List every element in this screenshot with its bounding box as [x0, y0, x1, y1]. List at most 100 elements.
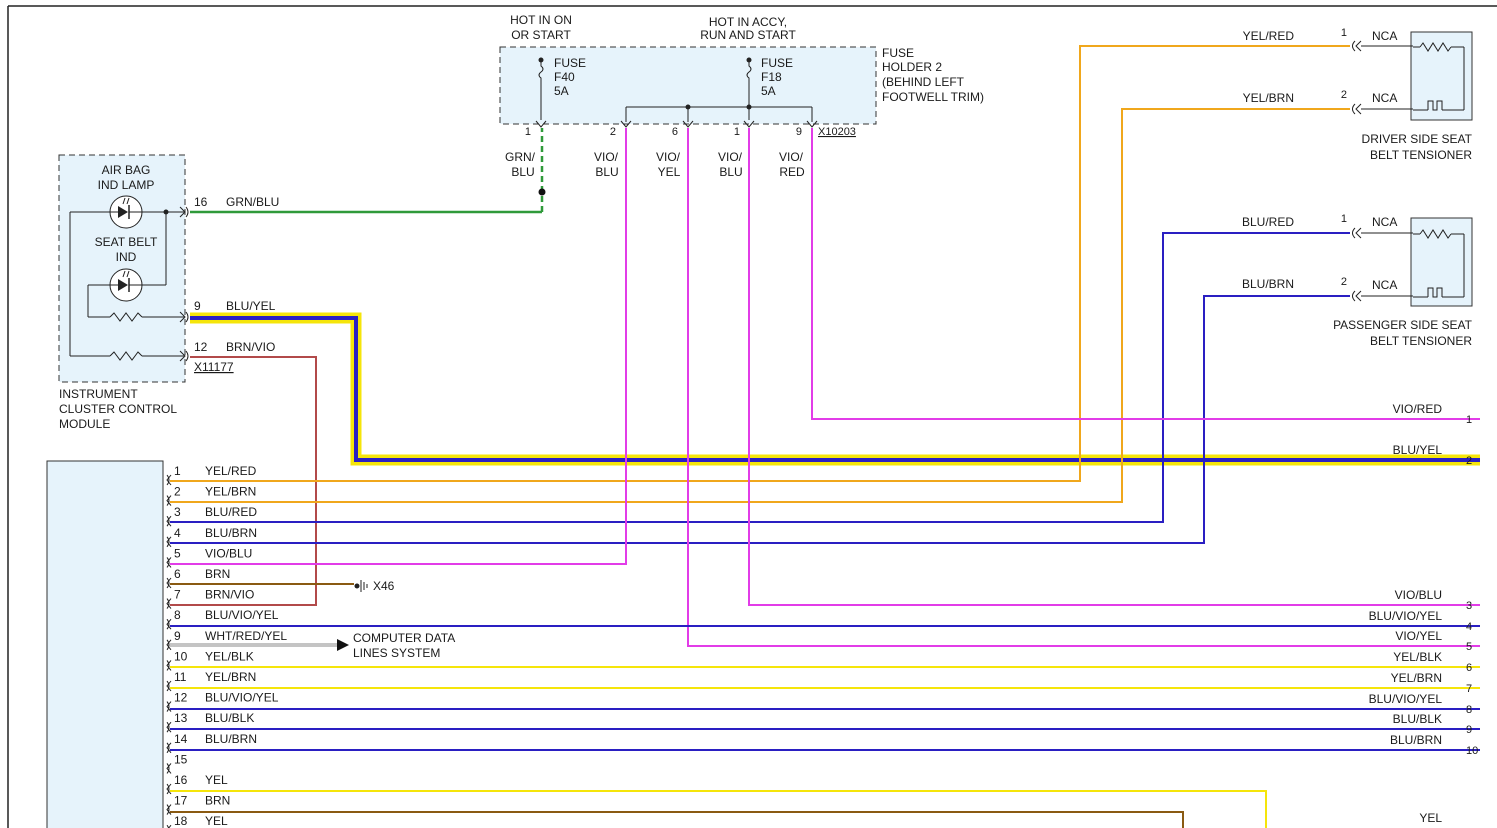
module-pin-16: 16 — [174, 773, 188, 787]
airbag-lamp-label-2: IND LAMP — [98, 178, 155, 192]
module-wire-3: BLU/RED — [205, 505, 257, 519]
module-pin-3: 3 — [174, 505, 181, 519]
passenger-nca-2: NCA — [1372, 278, 1397, 292]
driver-wire-1: YEL/RED — [1243, 29, 1295, 43]
right-pin-5: 5 — [1466, 641, 1472, 653]
right-pin-1: 1 — [1466, 414, 1472, 426]
led-icon — [109, 268, 143, 302]
fuse-f18-label-1: FUSE — [761, 56, 793, 70]
module-wire-7: BRN/VIO — [205, 588, 254, 602]
cluster-wire-16: GRN/BLU — [226, 195, 279, 209]
right-pin-7: 7 — [1466, 683, 1472, 695]
passenger-tensioner-name-2: BELT TENSIONER — [1370, 334, 1472, 348]
right-wire-9: BLU/BLK — [1393, 712, 1442, 726]
fuse-pin-9: 9 — [796, 126, 802, 138]
pin-connector-icon — [166, 495, 172, 506]
module-pin-9: 9 — [174, 629, 181, 643]
module-pin-18: 18 — [174, 814, 188, 828]
pin-connector-icon — [166, 783, 172, 795]
right-wire-7: YEL/BRN — [1391, 671, 1442, 685]
splice-dot — [538, 188, 546, 196]
module-wire-11: YEL/BRN — [205, 670, 256, 684]
fuse-pin-6: 6 — [672, 126, 678, 138]
module-wire-12: BLU/VIO/YEL — [205, 691, 279, 705]
pin-connector-icon — [166, 557, 172, 568]
cluster-pin-9: 9 — [194, 299, 201, 313]
driver-tensioner-name-1: DRIVER SIDE SEAT — [1362, 132, 1473, 146]
wire-blu-red — [170, 232, 1350, 523]
right-wire-3: VIO/BLU — [1395, 588, 1442, 602]
right-wire-1: VIO/RED — [1393, 402, 1443, 416]
right-wire-6: YEL/BLK — [1393, 650, 1442, 664]
cluster-wire-9: BLU/YEL — [226, 299, 276, 313]
right-wire-x: YEL — [1419, 811, 1442, 825]
wire-vio-red — [811, 128, 1480, 420]
right-pin-6: 6 — [1466, 662, 1472, 674]
right-pin-9: 9 — [1466, 724, 1472, 736]
airbag-lamp-label-1: AIR BAG — [102, 163, 151, 177]
pin-connector-icon — [166, 763, 172, 774]
pin-connector-icon — [166, 618, 172, 630]
right-pin-4: 4 — [1466, 621, 1472, 633]
data-lines-label-1: COMPUTER DATA — [353, 631, 455, 645]
right-wire-10: BLU/BRN — [1390, 733, 1442, 747]
passenger-pin-2: 2 — [1341, 276, 1347, 288]
wiring-diagram: HOT IN ON OR START HOT IN ACCY, RUN AND … — [7, 5, 1497, 828]
passenger-tensioner-name-1: PASSENGER SIDE SEAT — [1333, 318, 1473, 332]
hot-accy-label-2: RUN AND START — [700, 28, 796, 42]
wire-blu-yel — [190, 316, 1480, 462]
module-pin-4: 4 — [174, 526, 181, 540]
passenger-nca-1: NCA — [1372, 215, 1397, 229]
fuse-wire-label-a1: GRN/ — [505, 150, 536, 164]
module-wire-5: VIO/BLU — [205, 546, 252, 560]
driver-nca-2: NCA — [1372, 91, 1397, 105]
cluster-wire-12: BRN/VIO — [226, 340, 275, 354]
pin-connector-icon — [166, 660, 172, 671]
fuse-connector-id: X10203 — [818, 126, 856, 138]
wire-brn-17 — [170, 811, 1184, 828]
fuse-wire-label-b1: VIO/ — [594, 150, 619, 164]
right-wire-5: VIO/YEL — [1395, 629, 1442, 643]
seatbelt-ind-label-1: SEAT BELT — [95, 235, 158, 249]
right-pin-10: 10 — [1466, 745, 1478, 757]
fuse-pin-1b: 1 — [734, 126, 740, 138]
module-wire-1: YEL/RED — [205, 464, 257, 478]
module-pin-15: 15 — [174, 752, 188, 766]
module-pin-13: 13 — [174, 711, 188, 725]
fuse-f18-label-2: F18 — [761, 70, 782, 84]
module-pin-7: 7 — [174, 588, 181, 602]
cluster-pin-16: 16 — [194, 195, 208, 209]
driver-tensioner-name-2: BELT TENSIONER — [1370, 148, 1472, 162]
instrument-cluster: AIR BAG IND LAMP SEAT BELT IND 16 GRN/BL… — [58, 154, 279, 431]
right-wire-4: BLU/VIO/YEL — [1369, 609, 1443, 623]
module-wire-18: YEL — [205, 814, 228, 828]
fuse-holder: HOT IN ON OR START HOT IN ACCY, RUN AND … — [499, 13, 984, 179]
hot-accy-label-1: HOT IN ACCY, — [709, 15, 787, 29]
wire-vio-yel — [687, 128, 1480, 647]
module-pin-8: 8 — [174, 608, 181, 622]
module-wire-9: WHT/RED/YEL — [205, 629, 287, 643]
module-wire-16: YEL — [205, 773, 228, 787]
fuse-wire-label-d2: BLU — [719, 165, 742, 179]
fuse-wire-label-c1: VIO/ — [656, 150, 681, 164]
driver-tensioner: DRIVER SIDE SEAT BELT TENSIONER 1 YEL/RE… — [1243, 27, 1473, 162]
driver-wire-2: YEL/BRN — [1243, 91, 1294, 105]
passenger-wire-2: BLU/BRN — [1242, 277, 1294, 291]
fuse-wire-label-b2: BLU — [595, 165, 618, 179]
fuse-pin-1: 1 — [525, 126, 531, 138]
cluster-name-3: MODULE — [59, 417, 110, 431]
fuse-holder-title-3: (BEHIND LEFT — [882, 75, 965, 89]
fuse-f40-label-3: 5A — [554, 84, 569, 98]
fuse-wire-label-a2: BLU — [511, 165, 534, 179]
fuse-wire-label-e2: RED — [779, 165, 805, 179]
wire-vio-blu — [748, 128, 1480, 606]
module-wire-10: YEL/BLK — [205, 649, 254, 663]
cluster-connector-id: X11177 — [194, 360, 234, 374]
wire-yel-16 — [170, 790, 1267, 828]
fuse-f40-label-1: FUSE — [554, 56, 586, 70]
fuse-holder-title-4: FOOTWELL TRIM) — [882, 90, 984, 104]
pin-connector-icon — [166, 536, 172, 548]
pin-connector-icon — [166, 598, 172, 609]
module-wire-14: BLU/BRN — [205, 732, 257, 746]
right-pin-2: 2 — [1466, 455, 1472, 467]
